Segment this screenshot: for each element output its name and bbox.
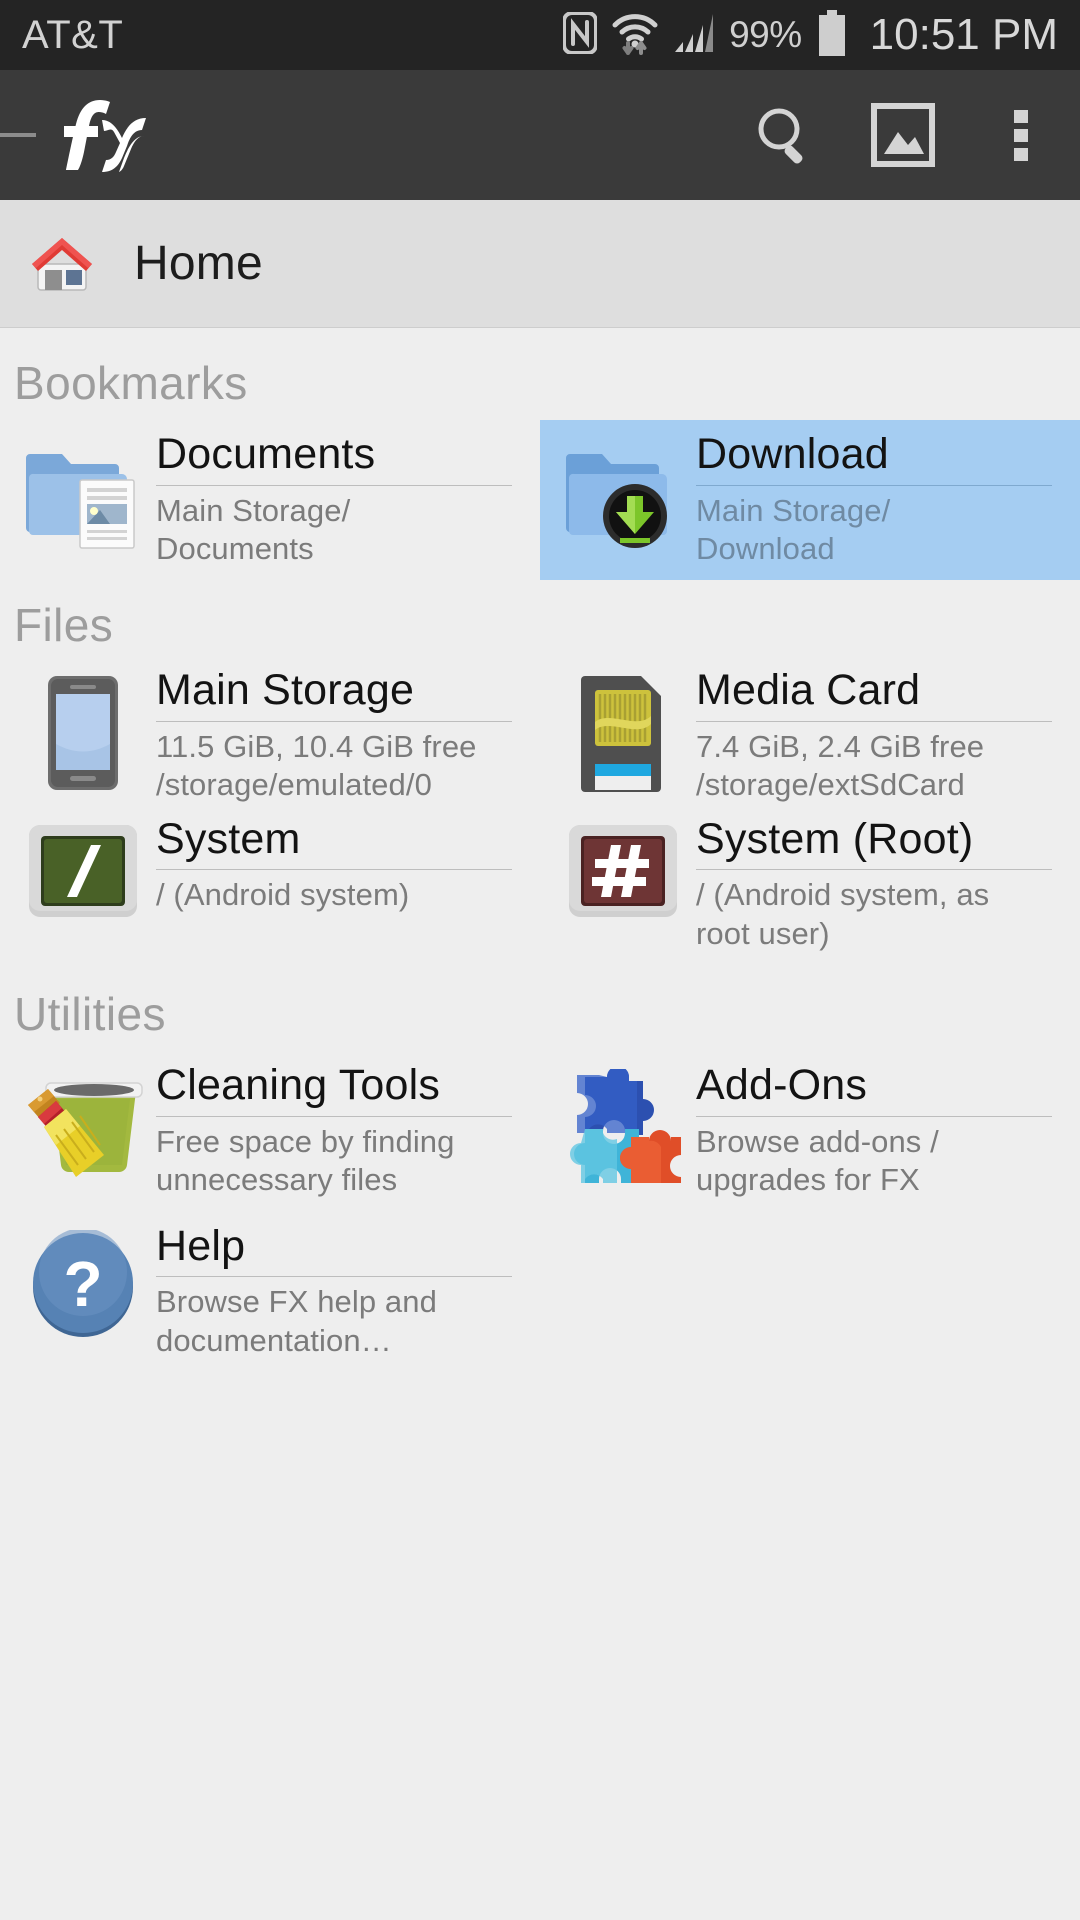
utility-subtitle-line2: documentation… — [156, 1322, 392, 1358]
bookmarks-grid: Documents Main Storage/ Documents Downlo… — [0, 420, 1080, 581]
sd-card-icon — [558, 668, 688, 793]
file-body: System (Root) / (Android system, as root… — [688, 814, 1064, 953]
app-bar — [0, 70, 1080, 200]
title-divider — [156, 484, 512, 486]
nfc-icon — [562, 10, 599, 59]
wifi-icon — [611, 11, 659, 60]
utility-body: Cleaning Tools Free space by finding unn… — [148, 1063, 524, 1199]
bookmark-subtitle-line2: Documents — [156, 531, 314, 567]
utility-subtitle-line1: Browse add-ons / — [696, 1123, 939, 1159]
utility-item-cleaning-tools[interactable]: Cleaning Tools Free space by finding unn… — [0, 1051, 540, 1211]
clock-label: 10:51 PM — [869, 10, 1058, 59]
fx-logo-icon[interactable] — [50, 96, 158, 174]
page-title: Home — [134, 237, 263, 290]
home-content: Bookmarks Documents Main Storage/ Docume… — [0, 328, 1080, 1413]
title-divider — [156, 1115, 512, 1117]
phone-storage-icon — [18, 668, 148, 792]
terminal-hash-icon — [558, 817, 688, 919]
file-title: Main Storage — [156, 666, 415, 715]
bookmark-subtitle-line2: Download — [696, 531, 835, 567]
utility-title: Add-Ons — [696, 1061, 868, 1110]
terminal-slash-icon — [18, 817, 148, 919]
bookmark-body: Download Main Storage/ Download — [688, 430, 1064, 568]
svg-text:?: ? — [63, 1248, 102, 1320]
utility-item-add-ons[interactable]: Add-Ons Browse add-ons / upgrades for FX — [540, 1051, 1080, 1211]
utility-subtitle-line2: upgrades for FX — [696, 1162, 920, 1198]
home-icon — [26, 228, 98, 300]
app-bar-actions — [726, 70, 1080, 200]
section-header-bookmarks: Bookmarks — [14, 357, 248, 409]
utility-body: Help Browse FX help and documentation… — [148, 1221, 524, 1360]
battery-icon — [816, 9, 848, 61]
status-bar: AT&T 99% 10:51 PM — [0, 0, 1080, 70]
bookmark-body: Documents Main Storage/ Documents — [148, 430, 524, 568]
file-title: System (Root) — [696, 814, 974, 863]
overflow-menu-button[interactable] — [962, 70, 1080, 200]
utility-item-help[interactable]: ? Help Browse FX help and documentation… — [0, 1212, 540, 1372]
file-item-main-storage[interactable]: Main Storage 11.5 GiB, 10.4 GiB free /st… — [0, 662, 540, 810]
carrier-label: AT&T — [22, 12, 124, 57]
section-header-files: Files — [14, 599, 114, 652]
bookmark-subtitle-line1: Main Storage/ — [156, 492, 351, 528]
file-subtitle-line1: / (Android system) — [156, 877, 410, 913]
gallery-button[interactable] — [844, 70, 962, 200]
section-header-utilities: Utilities — [14, 988, 166, 1041]
help-question-icon: ? — [18, 1224, 148, 1340]
title-divider — [156, 721, 512, 723]
file-title: Media Card — [696, 666, 921, 715]
file-subtitle-line1: 11.5 GiB, 10.4 GiB free — [156, 729, 477, 765]
file-subtitle-line2: /storage/extSdCard — [696, 767, 965, 803]
bookmark-subtitle-line1: Main Storage/ — [696, 492, 891, 528]
folder-documents-icon — [18, 432, 148, 550]
utility-subtitle-line1: Browse FX help and — [156, 1284, 437, 1320]
utilities-grid: Cleaning Tools Free space by finding unn… — [0, 1051, 1080, 1372]
title-divider — [156, 1276, 512, 1278]
bookmark-item-documents[interactable]: Documents Main Storage/ Documents — [0, 420, 540, 580]
broom-bucket-icon — [18, 1063, 148, 1189]
drawer-handle-icon[interactable] — [0, 133, 36, 137]
file-item-system[interactable]: System / (Android system) — [0, 811, 540, 959]
folder-download-icon — [558, 432, 688, 550]
file-subtitle-line1: 7.4 GiB, 2.4 GiB free — [696, 729, 985, 765]
file-item-media-card[interactable]: Media Card 7.4 GiB, 2.4 GiB free /storag… — [540, 662, 1080, 810]
utility-subtitle-line2: unnecessary files — [156, 1162, 398, 1198]
search-button[interactable] — [726, 70, 844, 200]
file-body: Main Storage 11.5 GiB, 10.4 GiB free /st… — [148, 668, 524, 804]
file-subtitle-line1: / (Android system, as — [696, 877, 990, 913]
title-divider — [156, 869, 512, 871]
title-divider — [696, 1115, 1052, 1117]
battery-percent-label: 99% — [729, 14, 802, 55]
bookmark-title: Download — [696, 430, 889, 478]
file-body: Media Card 7.4 GiB, 2.4 GiB free /storag… — [688, 668, 1064, 804]
cellular-signal-icon — [673, 12, 715, 59]
bookmark-item-download[interactable]: Download Main Storage/ Download — [540, 420, 1080, 581]
file-subtitle-line2: /storage/emulated/0 — [156, 767, 432, 803]
bookmark-title: Documents — [156, 430, 376, 478]
title-divider — [696, 484, 1052, 486]
utility-subtitle-line1: Free space by finding — [156, 1123, 455, 1159]
file-item-system-root[interactable]: System (Root) / (Android system, as root… — [540, 811, 1080, 959]
title-divider — [696, 869, 1052, 871]
file-subtitle-line2: root user) — [696, 915, 830, 951]
files-grid: Main Storage 11.5 GiB, 10.4 GiB free /st… — [0, 662, 1080, 959]
utility-title: Help — [156, 1221, 246, 1270]
title-divider — [696, 721, 1052, 723]
breadcrumb[interactable]: Home — [0, 200, 1080, 328]
file-body: System / (Android system) — [148, 814, 524, 915]
utilities-empty-cell — [540, 1212, 1080, 1372]
status-indicators: 99% 10:51 PM — [562, 9, 1058, 61]
file-title: System — [156, 814, 301, 863]
utility-body: Add-Ons Browse add-ons / upgrades for FX — [688, 1063, 1064, 1199]
puzzle-pieces-icon — [558, 1063, 688, 1185]
utility-title: Cleaning Tools — [156, 1061, 441, 1110]
